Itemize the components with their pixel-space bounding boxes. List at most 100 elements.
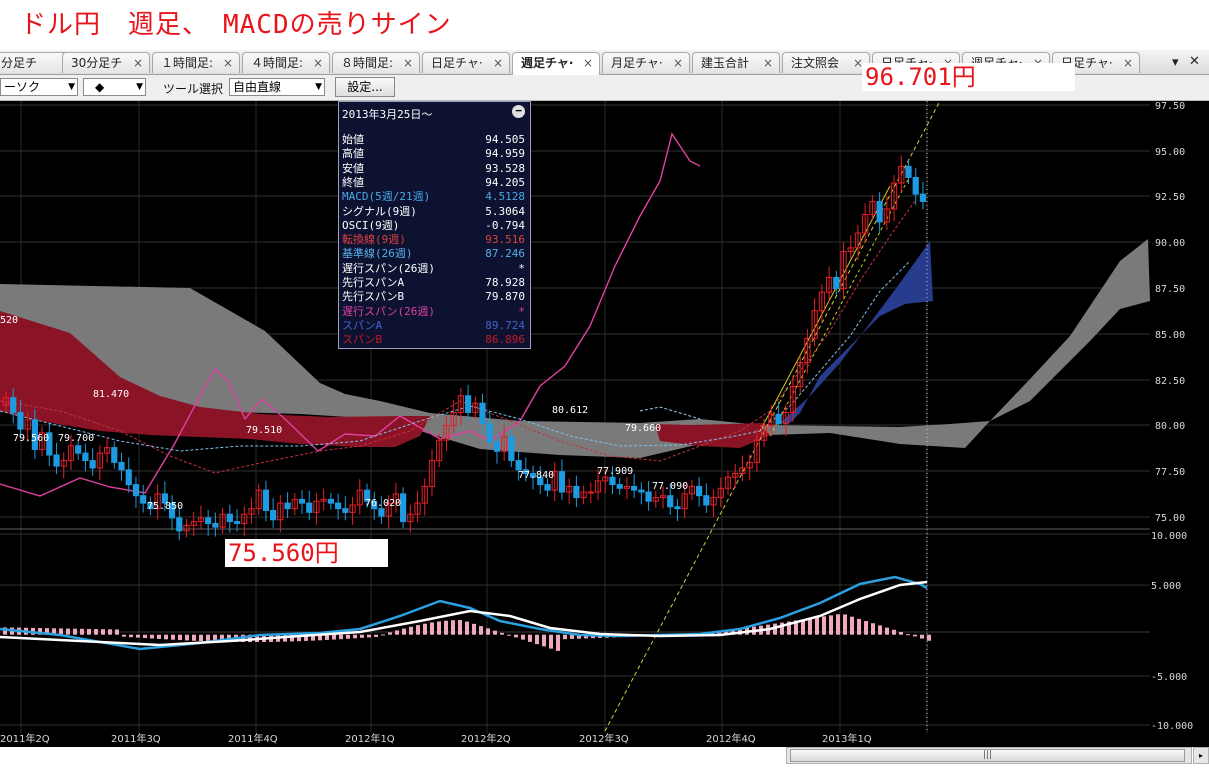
tab-close-icon[interactable]: × [493, 53, 503, 73]
price-tick-label: 77.50 [1155, 467, 1185, 478]
tab-close-icon[interactable]: × [133, 53, 143, 73]
macd-tick-label: 10.000 [1151, 531, 1187, 542]
osci-bar [493, 630, 497, 635]
osci-bar [409, 626, 413, 635]
candle-body [486, 423, 493, 443]
osci-bar [430, 622, 434, 635]
info-row-value: 87.246 [485, 247, 525, 261]
tab-close-icon[interactable]: × [313, 53, 323, 73]
candle-body [140, 495, 147, 504]
candle-body [912, 177, 919, 195]
osci-bar [570, 634, 574, 639]
info-row: 終値 94.205 [342, 176, 527, 190]
tab-close-icon[interactable]: × [673, 53, 683, 73]
info-row: スパンB 86.896 [342, 333, 527, 347]
info-row: MACD(5週/21週) 4.5128 [342, 190, 527, 204]
candle-body [132, 484, 140, 497]
info-row: 遅行スパン(26週) * [342, 262, 527, 276]
time-tick-label: 2011年4Q [228, 732, 278, 745]
candle-body [464, 395, 472, 413]
tab-8[interactable]: 月足チャ· × [602, 52, 690, 73]
horizontal-scrollbar[interactable]: ||| [786, 747, 1192, 764]
info-row: スパンA 89.724 [342, 319, 527, 333]
tab-2[interactable]: 30分足チ × [62, 52, 150, 73]
title-bar: ドル円 週足、 MACDの売りサイン [0, 0, 1209, 48]
osci-bar [444, 620, 448, 635]
candle-body [270, 510, 277, 521]
info-row: シグナル(9週) 5.3064 [342, 205, 527, 219]
osci-bar [850, 616, 854, 635]
osci-bar [346, 634, 350, 639]
osci-bar [500, 632, 504, 635]
candle-body [262, 489, 270, 511]
candle-body [327, 498, 334, 504]
scroll-right-arrow-icon[interactable]: ▸ [1193, 747, 1209, 764]
info-row-label: 安値 [342, 161, 364, 175]
dropdown-arrow-icon: ▼ [136, 82, 143, 92]
tab-close-icon[interactable]: × [763, 53, 773, 73]
tab-5[interactable]: ８時間足: × [332, 52, 420, 73]
osci-bar [920, 634, 924, 639]
osci-bar [171, 634, 175, 640]
candle-body [645, 491, 652, 502]
osci-bar [367, 634, 371, 638]
info-row-value: 4.5128 [485, 190, 525, 204]
close-window-icon[interactable]: ✕ [1189, 54, 1200, 69]
info-row-label: 遅行スパン(26週) [342, 304, 436, 318]
info-date: 2013年3月25日～ [342, 108, 433, 121]
candle-body [515, 460, 522, 471]
info-row-value: 94.959 [485, 147, 525, 161]
tab-3[interactable]: １時間足: × [152, 52, 240, 73]
info-row-value: 79.870 [485, 290, 525, 304]
osci-bar [423, 623, 427, 635]
tool-select-label: ツール選択 [163, 82, 224, 96]
price-annotation: 76.020 [365, 498, 401, 509]
chart-type-select[interactable]: ーソク ▼ [0, 78, 78, 96]
tab-7[interactable]: 週足チャ· × [512, 52, 600, 75]
candle-body [212, 522, 219, 528]
candle-body [226, 513, 233, 523]
osci-bar [395, 630, 399, 635]
candle-body [75, 445, 82, 454]
time-tick-label: 2012年3Q [579, 732, 629, 745]
info-row-label: 先行スパンB [342, 290, 405, 304]
time-tick-label: 2011年2Q [0, 732, 50, 745]
scroll-thumb[interactable]: ||| [790, 749, 1185, 762]
tab-close-icon[interactable]: × [223, 53, 233, 73]
tab-label: 日足チャ· [431, 56, 483, 70]
osci-bar [864, 621, 868, 635]
time-tick-label: 2012年2Q [461, 732, 511, 745]
drawing-tool-select[interactable]: 自由直線 ▼ [229, 78, 325, 96]
page-title: ドル円 週足、 MACDの売りサイン [20, 10, 452, 40]
tab-label: 週足チャ· [521, 56, 574, 70]
candle-body [298, 498, 306, 504]
info-row: 転換線(9週) 93.516 [342, 233, 527, 247]
osci-bar [528, 634, 532, 642]
settings-button[interactable]: 設定... [335, 77, 395, 97]
candle-body [558, 471, 566, 493]
info-row-value: 86.896 [485, 333, 525, 347]
candle-body [10, 397, 17, 413]
tab-9[interactable]: 建玉合計 × [692, 52, 780, 73]
tab-4[interactable]: ４時間足: × [242, 52, 330, 73]
collapse-icon[interactable]: − [512, 105, 525, 118]
time-tick-label: 2012年1Q [345, 732, 395, 745]
tab-close-icon[interactable]: × [403, 53, 413, 73]
symbol-value: ◆ [95, 80, 105, 94]
osci-bar [374, 634, 378, 637]
tab-close-icon[interactable]: × [583, 53, 593, 73]
osci-bar [899, 631, 903, 635]
chart-area[interactable]: 520 79.560 79.700 81.470 75.850 79.510 76.020 8… [0, 101, 1209, 747]
tab-menu-icon[interactable]: ▾ [1172, 55, 1179, 70]
tab-close-icon[interactable]: × [1123, 53, 1133, 73]
price-annotation: 77.909 [597, 466, 633, 477]
osci-bar [514, 634, 518, 638]
symbol-select[interactable]: ◆ ▼ [83, 78, 146, 96]
osci-bar [332, 634, 336, 640]
info-row-value: 93.528 [485, 161, 525, 175]
tab-10[interactable]: 注文照会 × [782, 52, 870, 73]
tab-6[interactable]: 日足チャ· × [422, 52, 510, 73]
candle-body [378, 508, 385, 517]
osci-bar [108, 629, 112, 635]
candle-body [573, 485, 580, 499]
